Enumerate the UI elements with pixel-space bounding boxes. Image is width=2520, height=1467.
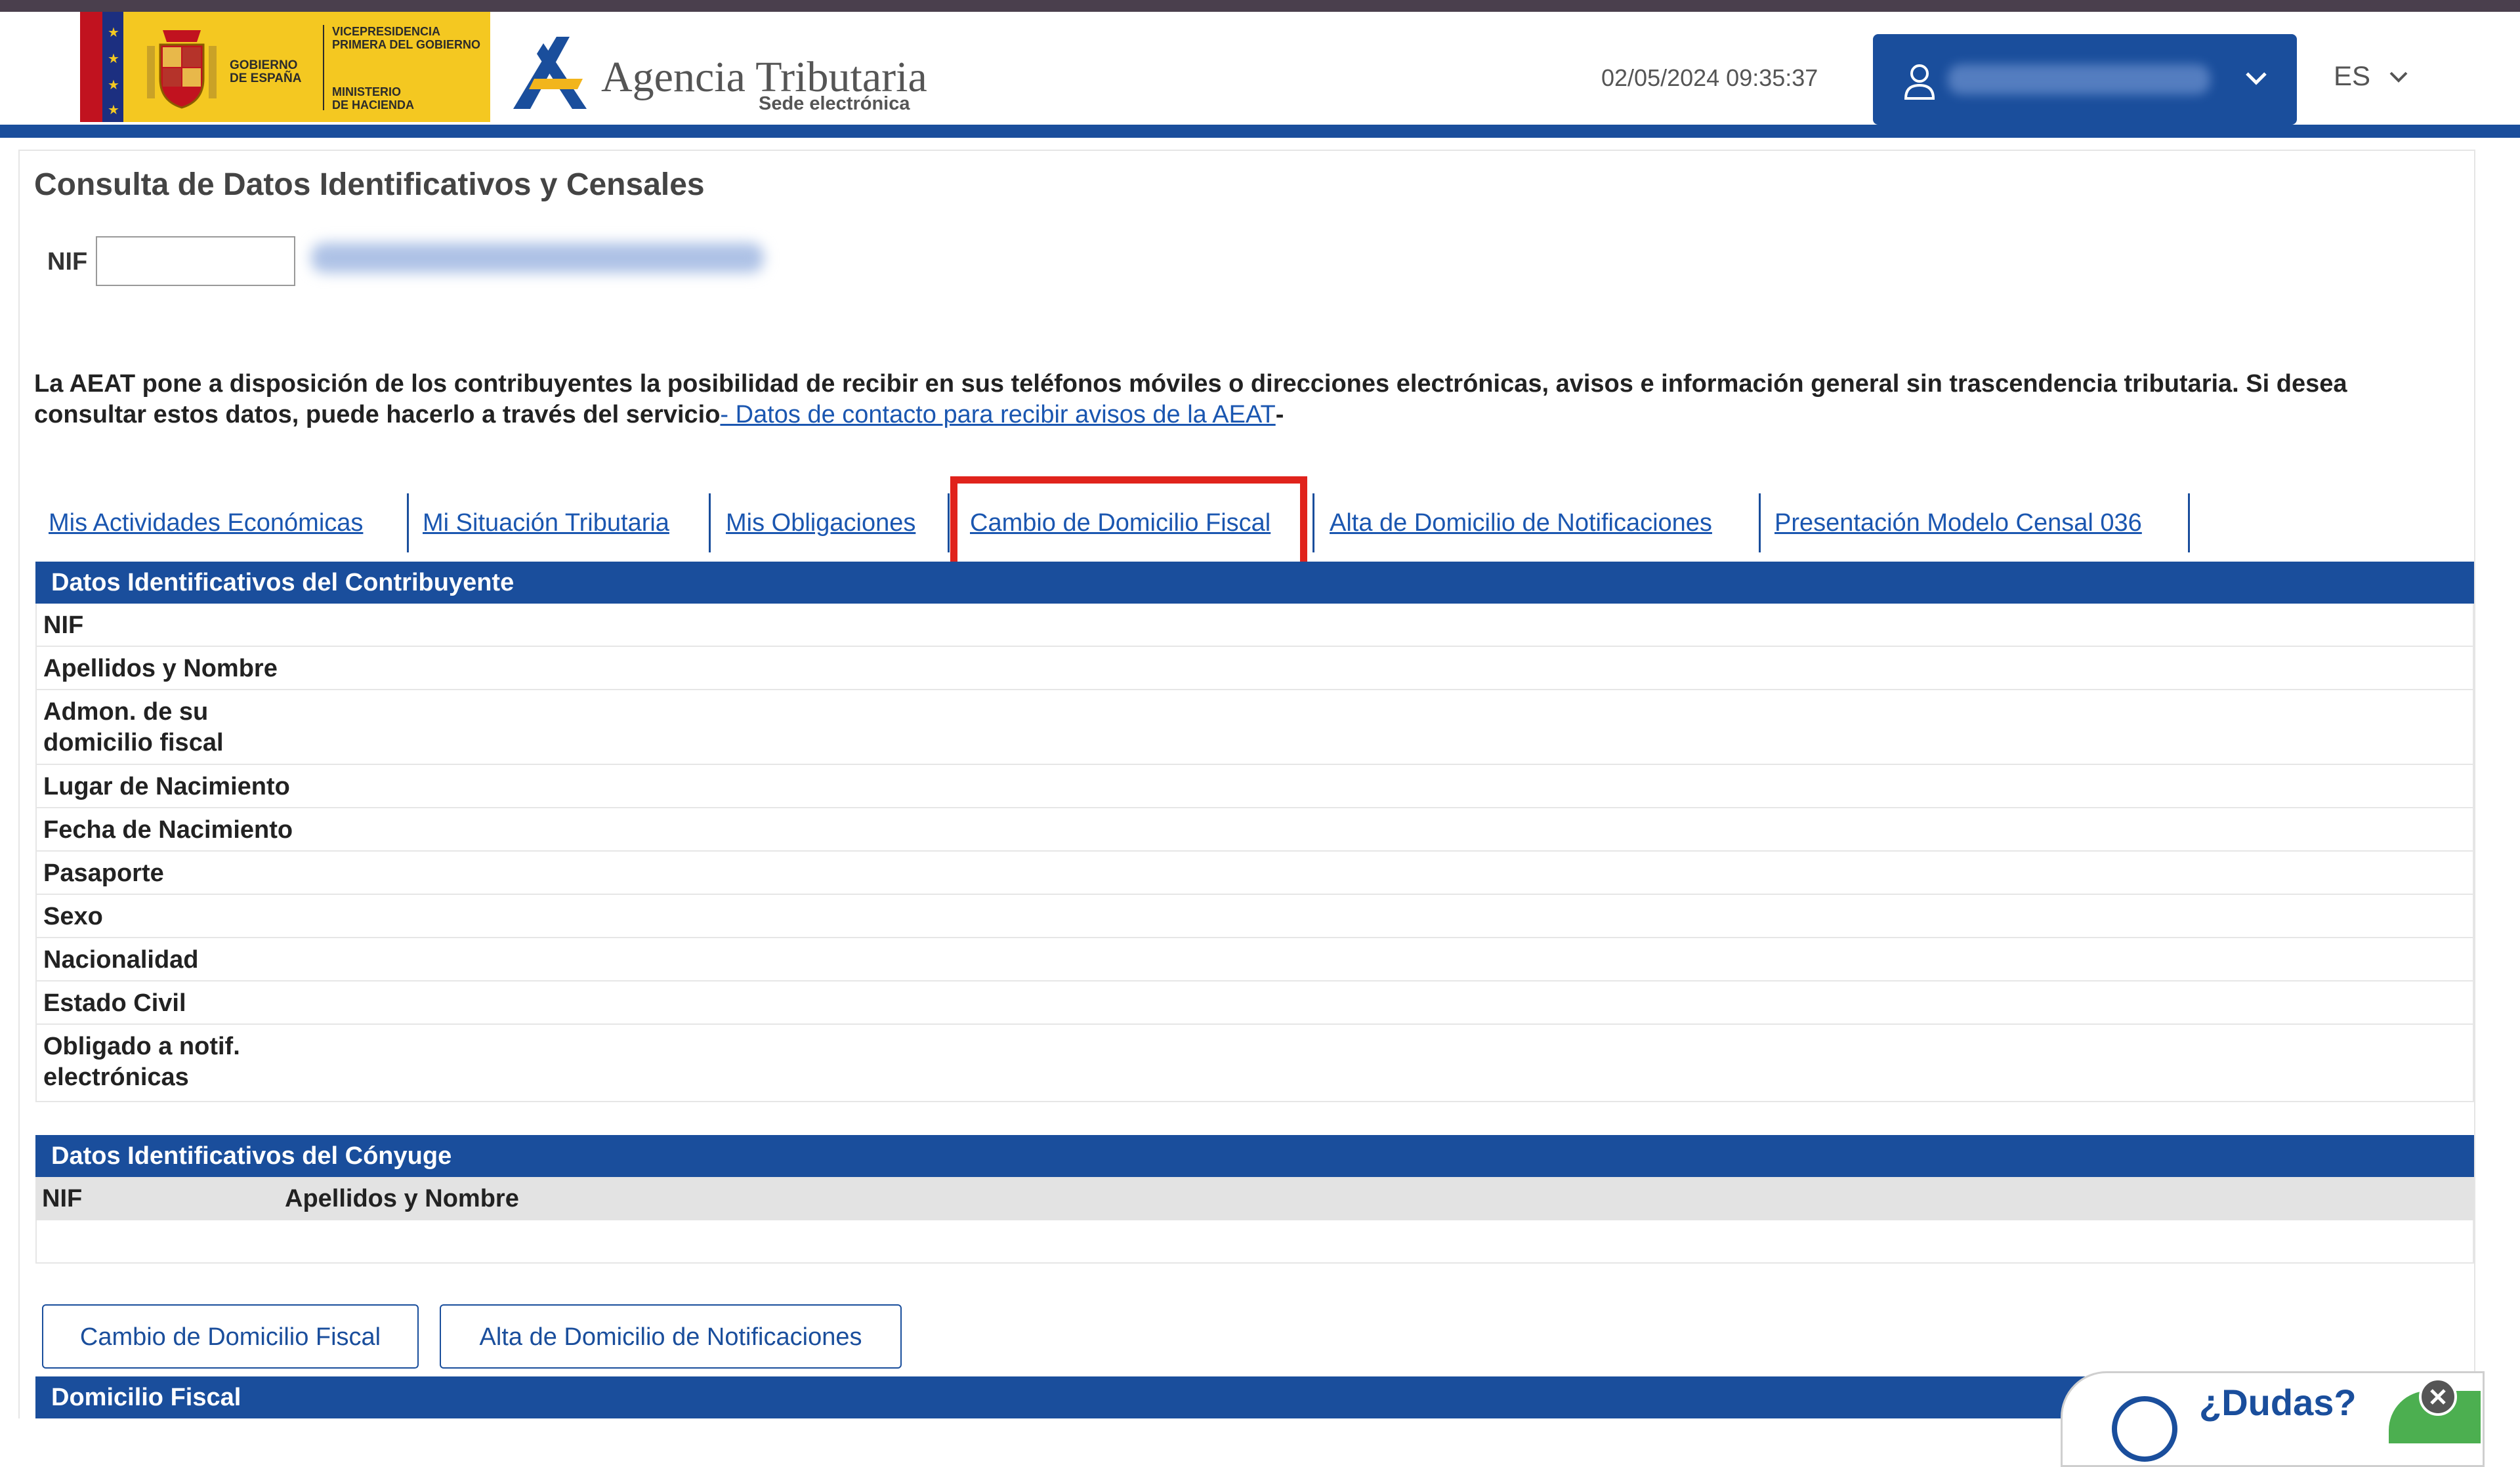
close-icon [2430,1389,2446,1405]
tab-mis-actividades-economicas[interactable]: Mis Actividades Económicas [49,493,363,552]
nif-label: NIF [47,248,88,276]
tab-separator [2188,493,2190,552]
spouse-col-name: Apellidos y Nombre [285,1185,519,1212]
close-widget-button[interactable] [2419,1378,2457,1416]
row-label-apellidos-nombre: Apellidos y Nombre [43,655,278,682]
table-row: Admon. de su domicilio fiscal [37,690,2473,765]
coat-of-arms-icon [147,30,217,109]
table-row: Sexo [37,895,2473,938]
taxpayer-name-redacted [311,243,764,273]
tab-presentacion-modelo-036[interactable]: Presentación Modelo Censal 036 [1774,493,2142,552]
tab-separator [948,493,950,552]
alta-domicilio-notificaciones-button[interactable]: Alta de Domicilio de Notificaciones [440,1304,902,1369]
gov-line-2: DE ESPAÑA [230,72,302,85]
table-row: Lugar de Nacimiento [37,765,2473,808]
ministry-line-1: MINISTERIO [332,85,402,98]
row-label-nacionalidad: Nacionalidad [43,946,199,974]
agency-subtitle: Sede electrónica [759,93,910,114]
notice-trailing: - [1275,401,1284,428]
row-label-estado-civil: Estado Civil [43,989,186,1017]
row-label-nif: NIF [43,611,84,639]
contact-notice: La AEAT pone a disposición de los contri… [34,369,2462,430]
site-header: ★ ★ ★ ★ GOBIERNO DE ESPAÑA VICEPRESIDENCIA … [0,12,2520,125]
user-menu-button[interactable] [1873,34,2297,125]
tab-separator [407,493,409,552]
vp-line-1: VICEPRESIDENCIA [332,25,441,38]
tab-separator [1759,493,1761,552]
spouse-empty-row [35,1220,2474,1264]
aeat-symbol-icon [513,37,587,109]
spouse-col-nif: NIF [42,1185,83,1212]
row-label-admon-domicilio: Admon. de su domicilio fiscal [43,698,224,756]
taxpayer-data-table: NIF Apellidos y Nombre Admon. de su domi… [35,604,2474,1102]
language-code: ES [2334,60,2371,91]
government-logo[interactable]: ★ ★ ★ ★ GOBIERNO DE ESPAÑA VICEPRESIDENCIA … [80,12,490,122]
language-selector[interactable]: ES [2334,60,2408,92]
tab-separator [709,493,711,552]
table-row: Apellidos y Nombre [37,647,2473,690]
table-row: NIF [37,604,2473,647]
spouse-section-header: Datos Identificativos del Cónyuge [35,1135,2474,1177]
logo-divider [323,25,324,110]
row-label-lugar-nacimiento: Lugar de Nacimiento [43,773,290,800]
session-datetime: 02/05/2024 09:35:37 [1601,64,1818,91]
help-globe-icon [2112,1396,2177,1462]
table-row: Pasaporte [37,852,2473,895]
table-row: Fecha de Nacimiento [37,808,2473,852]
chevron-down-icon [2246,72,2267,85]
user-name-redacted [1948,64,2210,94]
tab-mis-obligaciones[interactable]: Mis Obligaciones [726,493,915,552]
browser-top-strip [0,0,2520,12]
spouse-table-header: NIF Apellidos y Nombre [35,1177,2474,1220]
table-row: Nacionalidad [37,938,2473,981]
flag-stripe-red [80,12,102,122]
row-label-sexo: Sexo [43,903,103,930]
table-row: Estado Civil [37,981,2473,1025]
tab-separator [1312,493,1314,552]
row-label-fecha-nacimiento: Fecha de Nacimiento [43,816,293,844]
table-row: Obligado a notif. electrónicas [37,1025,2473,1102]
gov-line-1: GOBIERNO [230,58,298,72]
ministry-line-2: DE HACIENDA [332,98,415,112]
help-widget-label: ¿Dudas? [2199,1382,2357,1423]
user-icon [1904,64,1935,100]
contact-data-link[interactable]: - Datos de contacto para recibir avisos … [720,401,1275,428]
cambio-domicilio-fiscal-button[interactable]: Cambio de Domicilio Fiscal [42,1304,419,1369]
page-title: Consulta de Datos Identificativos y Cens… [34,167,705,202]
vp-line-2: PRIMERA DEL GOBIERNO [332,38,481,51]
agencia-tributaria-logo[interactable]: Agencia Tributaria Sede electrónica [504,26,931,125]
chevron-down-icon [2389,72,2408,83]
row-label-obligado-notif: Obligado a notif. electrónicas [43,1033,240,1091]
tab-mi-situacion-tributaria[interactable]: Mi Situación Tributaria [423,493,669,552]
header-blue-bar [0,125,2520,138]
row-label-pasaporte: Pasaporte [43,859,164,887]
nif-input[interactable] [96,236,295,286]
eu-flag-stripe: ★ ★ ★ ★ [102,12,123,122]
taxpayer-section-header: Datos Identificativos del Contribuyente [35,562,2474,604]
tab-alta-domicilio-notificaciones[interactable]: Alta de Domicilio de Notificaciones [1330,493,1712,552]
